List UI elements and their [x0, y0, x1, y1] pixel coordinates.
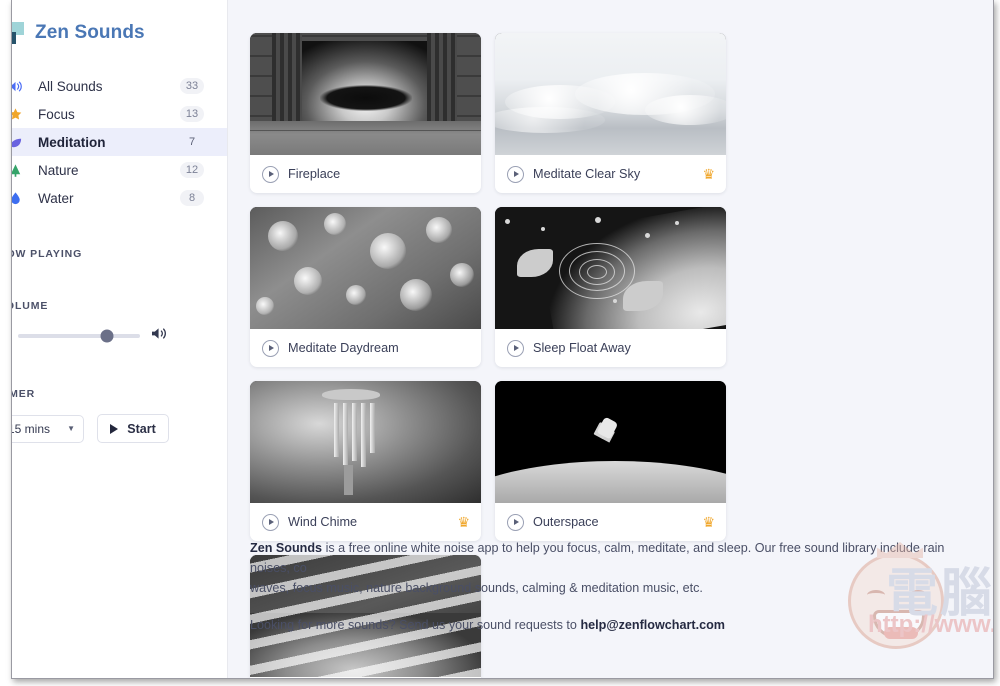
volume-slider-thumb[interactable] [100, 329, 114, 343]
chevron-down-icon: ▼ [67, 424, 75, 433]
sidebar-item-label: All Sounds [38, 78, 103, 94]
sidebar-item-label: Nature [38, 162, 79, 178]
sidebar-item-count: 12 [180, 162, 204, 178]
sound-title: Meditate Daydream [288, 341, 399, 355]
sound-thumbnail [250, 33, 481, 155]
sound-thumbnail [495, 207, 726, 329]
sidebar-item-label: Focus [38, 106, 75, 122]
main-content: Fireplace Meditate Clear Sky ♛ Meditate … [228, 0, 993, 678]
sound-title: Outerspace [533, 515, 599, 529]
sound-card-wind-chime[interactable]: Wind Chime ♛ [250, 381, 481, 541]
play-circle-icon[interactable] [262, 165, 279, 183]
app-window: Zen Sounds All Sounds 33 Focus 13 Medita… [11, 0, 994, 679]
sidebar-item-count: 8 [180, 190, 204, 206]
sidebar-nav: All Sounds 33 Focus 13 Meditation 7 Natu… [12, 72, 227, 212]
timer-duration-select[interactable]: 15 mins ▼ [12, 414, 84, 443]
play-circle-icon[interactable] [507, 165, 524, 183]
sound-card-meditate-clear-sky[interactable]: Meditate Clear Sky ♛ [495, 33, 726, 193]
play-circle-icon[interactable] [507, 339, 524, 357]
sidebar-item-focus[interactable]: Focus 13 [12, 100, 227, 128]
timer-start-button[interactable]: Start [97, 414, 169, 443]
sidebar-item-count: 7 [188, 136, 196, 148]
now-playing-header: NOW PLAYING [12, 248, 83, 260]
sound-card-outerspace[interactable]: Outerspace ♛ [495, 381, 726, 541]
sidebar-item-count: 33 [180, 78, 204, 94]
blurb-paragraph-1-line2: waves, focus music, nature background so… [250, 581, 703, 595]
blurb-brand-lead: Zen Sounds [250, 541, 323, 555]
tree-icon [12, 163, 28, 178]
sound-thumbnail [250, 381, 481, 503]
timer-controls: 15 mins ▼ Start [12, 414, 227, 443]
play-circle-icon[interactable] [262, 513, 279, 531]
brand-name: Zen Sounds [35, 22, 145, 43]
sound-card-sleep-float-away[interactable]: Sleep Float Away [495, 207, 726, 367]
blurb-paragraph-2-pre: Looking for more sounds? Send us your so… [250, 618, 581, 632]
sound-title: Sleep Float Away [533, 341, 631, 355]
support-email[interactable]: help@zenflowchart.com [580, 618, 725, 632]
volume-control[interactable] [12, 326, 227, 346]
play-icon [110, 423, 119, 434]
blurb-paragraph-1-rest: is a free online white noise app to help… [250, 541, 945, 575]
blurb-paragraph-2: Looking for more sounds? Send us your so… [250, 615, 950, 635]
star-icon [12, 107, 28, 122]
sidebar: Zen Sounds All Sounds 33 Focus 13 Medita… [12, 0, 228, 678]
sound-wave-icon [12, 79, 28, 94]
sound-title: Fireplace [288, 167, 341, 181]
droplet-icon [12, 191, 28, 206]
sidebar-item-label: Water [38, 190, 74, 206]
leaf-icon [12, 135, 28, 150]
timer-header: TIMER [12, 388, 36, 400]
sound-card-meditate-daydream[interactable]: Meditate Daydream [250, 207, 481, 367]
play-circle-icon[interactable] [507, 513, 524, 531]
crown-icon: ♛ [702, 166, 715, 182]
sidebar-item-all-sounds[interactable]: All Sounds 33 [12, 72, 227, 100]
volume-header: VOLUME [12, 300, 49, 312]
crown-icon: ♛ [702, 514, 715, 530]
brand[interactable]: Zen Sounds [12, 0, 227, 44]
sidebar-item-water[interactable]: Water 8 [12, 184, 227, 212]
sound-title: Wind Chime [288, 515, 358, 529]
timer-start-label: Start [127, 421, 156, 436]
sound-thumbnail [250, 207, 481, 329]
crown-icon: ♛ [457, 514, 470, 530]
sidebar-item-nature[interactable]: Nature 12 [12, 156, 227, 184]
timer-duration-value: 15 mins [12, 421, 51, 436]
sound-thumbnail [495, 33, 726, 155]
play-circle-icon[interactable] [262, 339, 279, 357]
speaker-loud-icon[interactable] [150, 326, 169, 346]
about-blurb: Zen Sounds is a free online white noise … [250, 538, 950, 652]
sidebar-item-label: Meditation [38, 134, 106, 150]
sound-thumbnail [495, 381, 726, 503]
sound-title: Meditate Clear Sky [533, 167, 641, 181]
zen-square-logo-icon [12, 22, 24, 44]
speaker-mute-icon [12, 328, 14, 344]
volume-slider[interactable] [18, 329, 140, 343]
sidebar-item-count: 13 [180, 106, 204, 122]
sidebar-item-meditation[interactable]: Meditation 7 [12, 128, 227, 156]
blurb-paragraph-1: Zen Sounds is a free online white noise … [250, 538, 950, 598]
sound-card-fireplace[interactable]: Fireplace [250, 33, 481, 193]
